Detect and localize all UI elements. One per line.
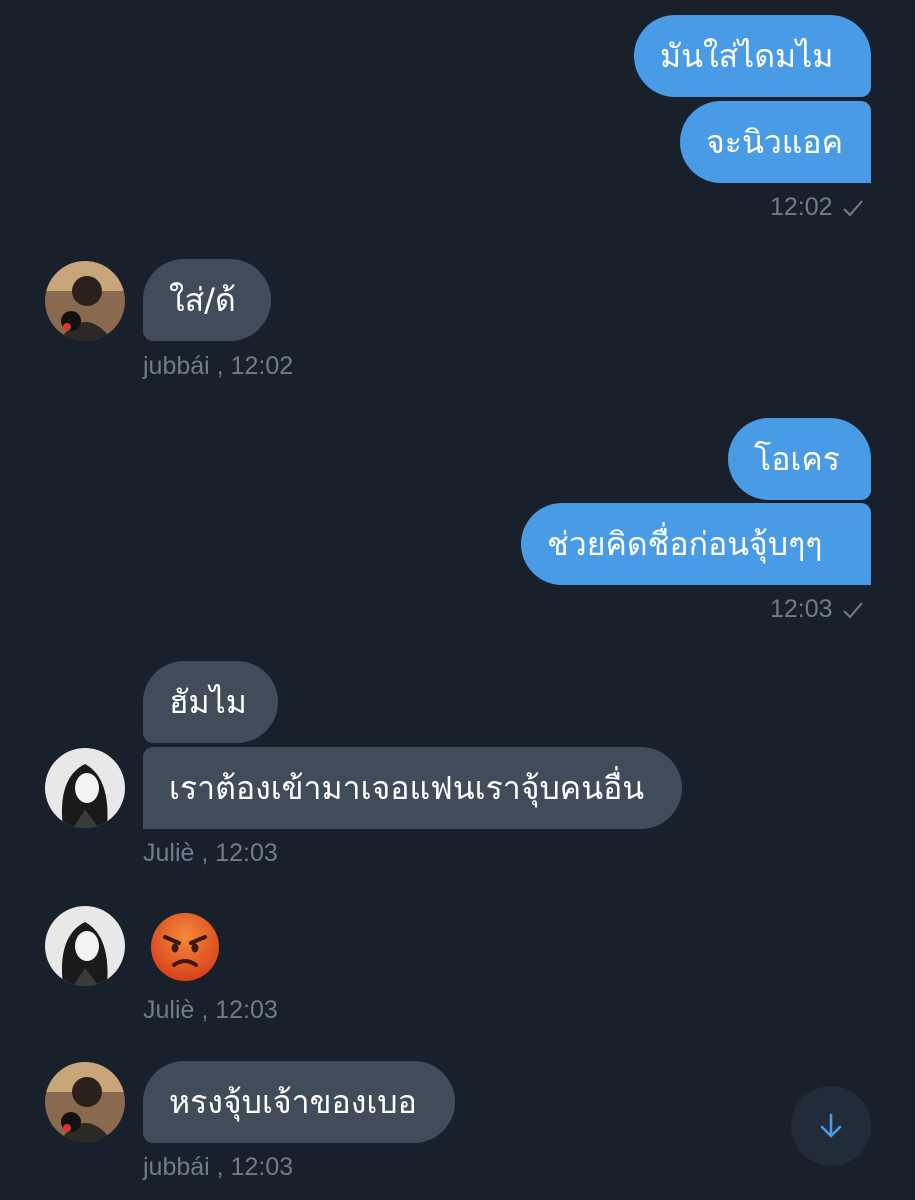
message-text: ช่วยคิดชื่อก่อนจุ้บๆๆ [547,524,823,563]
sender-and-time: Juliè , 12:03 [143,839,278,867]
message-bubble-outgoing[interactable]: มันใส่ไดมไม [634,15,871,97]
avatar-photo [45,748,125,828]
message-timestamp: 12:02 [770,193,865,222]
message-timestamp: 12:03 [770,595,865,624]
avatar-photo [45,906,125,986]
message-bubble-outgoing[interactable]: ช่วยคิดชื่อก่อนจุ้บๆๆ [521,503,871,585]
time-text: 12:02 [770,193,833,221]
message-text: โอเคร [754,439,840,478]
message-bubble-incoming[interactable]: ใส่/ด้ [143,259,271,341]
arrow-down-icon [820,1113,842,1138]
check-icon [842,601,863,618]
message-text: จะนิวแอค [706,122,844,161]
chat-view[interactable]: มันใส่ไดมไม จะนิวแอค 12:02 ใส่/ด้ jubbái… [0,0,915,1200]
check-icon [842,199,863,216]
message-bubble-incoming[interactable]: หรงจุ้บเจ้าของเบอ [143,1061,455,1143]
message-text: ใส่/ด้ [169,280,236,319]
message-bubble-outgoing[interactable]: จะนิวแอค [680,101,871,183]
message-text: หรงจุ้บเจ้าของเบอ [169,1082,417,1121]
avatar[interactable] [45,261,125,341]
sender-and-time: jubbái , 12:03 [143,1153,294,1181]
scroll-to-bottom-button[interactable] [791,1086,871,1166]
message-text: เราต้องเข้ามาเจอแฟนเราจุ้บคนอื่น [169,768,645,807]
sender-and-time: Juliè , 12:03 [143,996,278,1024]
avatar[interactable] [45,748,125,828]
avatar-photo [45,261,125,341]
time-text: 12:03 [770,595,833,623]
message-bubble-outgoing[interactable]: โอเคร [728,418,871,500]
avatar[interactable] [45,1062,125,1142]
message-bubble-incoming[interactable]: ฮัมไม [143,661,278,743]
message-bubble-incoming[interactable]: เราต้องเข้ามาเจอแฟนเราจุ้บคนอื่น [143,747,682,829]
message-text: มันใส่ไดมไม [660,36,834,75]
avatar-photo [45,1062,125,1142]
angry-face-icon[interactable] [149,911,221,983]
message-text: ฮัมไม [169,682,247,721]
sender-and-time: jubbái , 12:02 [143,352,294,380]
avatar[interactable] [45,906,125,986]
